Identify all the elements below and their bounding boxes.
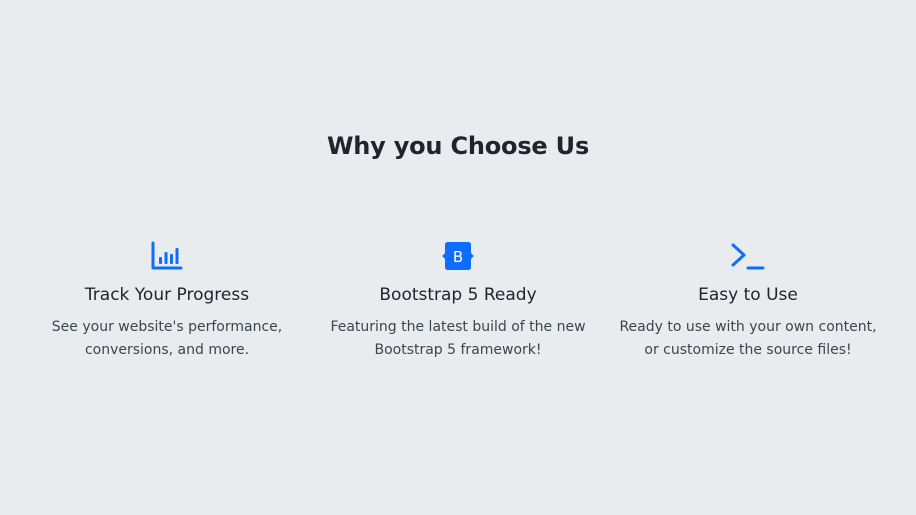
feature-title: Bootstrap 5 Ready <box>379 285 537 305</box>
feature-bootstrap-ready: B Bootstrap 5 Ready Featuring the latest… <box>313 240 603 362</box>
feature-title: Track Your Progress <box>84 285 250 305</box>
feature-description-line: conversions, and more. <box>84 342 250 358</box>
feature-description: See your website's performance, conversi… <box>22 316 312 362</box>
feature-easy-to-use: Easy to Use Ready to use with your own c… <box>603 240 893 362</box>
feature-description-line: or customize the source files! <box>644 342 852 358</box>
feature-description: Ready to use with your own content, or c… <box>603 316 893 362</box>
feature-description: Featuring the latest build of the new Bo… <box>313 316 603 362</box>
section-title: Why you Choose Us <box>326 132 590 160</box>
svg-text:B: B <box>453 248 463 266</box>
bar-chart-icon <box>147 240 187 276</box>
feature-description-line: See your website's performance, <box>51 319 283 335</box>
bootstrap-logo-icon: B <box>438 240 478 276</box>
feature-description-line: Bootstrap 5 framework! <box>374 342 542 358</box>
feature-description-line: Ready to use with your own content, <box>619 319 877 335</box>
feature-title: Easy to Use <box>698 285 798 305</box>
why-choose-us-section: Why you Choose Us Track Your Progress Se… <box>0 0 916 515</box>
terminal-icon <box>728 240 768 276</box>
feature-track-progress: Track Your Progress See your website's p… <box>22 240 312 362</box>
feature-description-line: Featuring the latest build of the new <box>330 319 586 335</box>
